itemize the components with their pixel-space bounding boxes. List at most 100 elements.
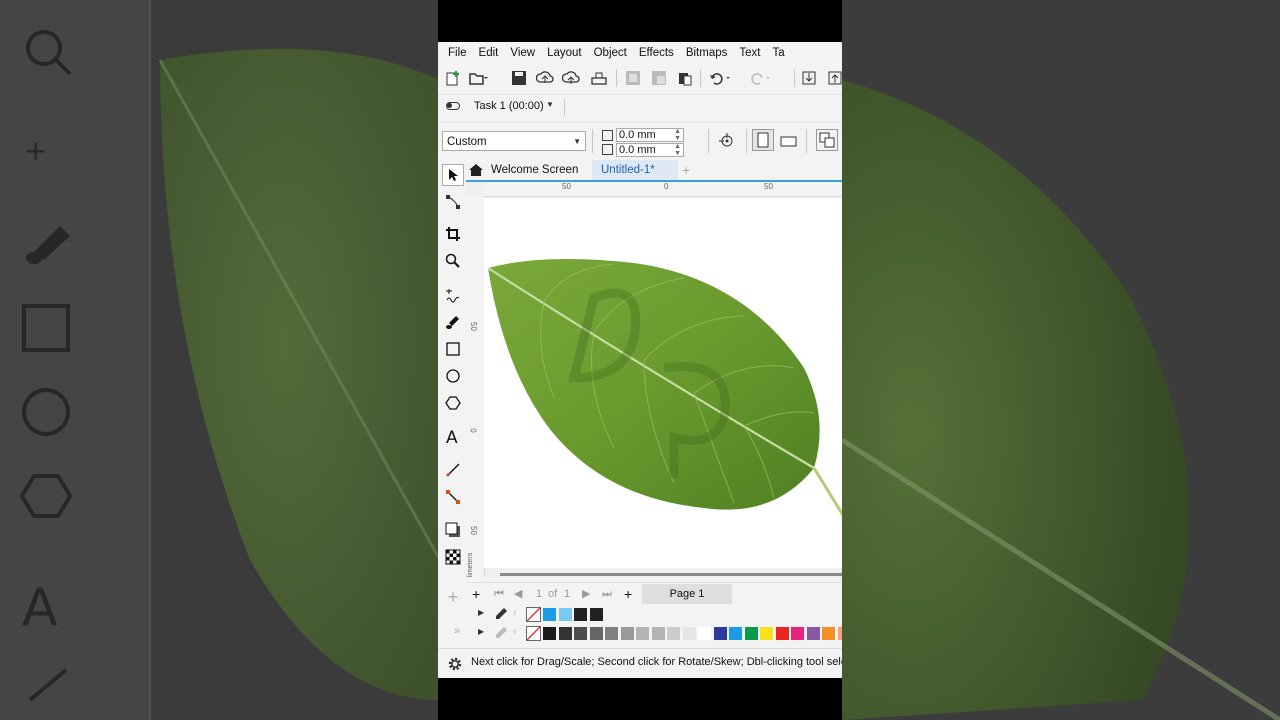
standard-toolbar	[438, 64, 842, 92]
add-tool-icon[interactable]: +	[442, 586, 464, 608]
color-swatch[interactable]	[542, 626, 557, 641]
palette-scroll-left-icon[interactable]: ‹	[513, 626, 517, 638]
vertical-ruler[interactable]: 50 0 50 millimeters	[466, 196, 485, 577]
menu-table[interactable]: Ta	[772, 47, 784, 59]
color-swatch[interactable]	[588, 607, 604, 622]
color-swatch[interactable]	[790, 626, 805, 641]
shape-tool-icon[interactable]	[442, 191, 464, 213]
color-swatch[interactable]	[557, 626, 573, 641]
menu-layout[interactable]: Layout	[547, 47, 582, 59]
menu-bitmaps[interactable]: Bitmaps	[686, 47, 728, 59]
color-swatch[interactable]	[728, 626, 743, 641]
document-page[interactable]	[484, 198, 842, 568]
color-swatch[interactable]	[712, 626, 728, 641]
gear-icon[interactable]	[447, 656, 463, 677]
color-swatch[interactable]	[557, 607, 573, 622]
expand-palette-icon[interactable]: ▶	[478, 608, 484, 617]
zoom-tool-icon[interactable]	[442, 250, 464, 272]
export-icon[interactable]	[824, 67, 842, 89]
parallel-dimension-tool-icon[interactable]	[442, 459, 464, 481]
spinner-icon[interactable]: ▲ ▼	[674, 143, 681, 157]
color-swatch[interactable]	[821, 626, 836, 641]
artistic-media-tool-icon[interactable]	[442, 311, 464, 333]
color-swatch[interactable]	[588, 626, 604, 641]
freehand-tool-icon[interactable]	[442, 284, 464, 306]
color-swatch[interactable]	[759, 626, 774, 641]
undo-icon[interactable]	[708, 67, 730, 89]
color-swatch[interactable]	[697, 626, 712, 641]
spinner-icon[interactable]: ▲ ▼	[674, 128, 681, 142]
task-toggle-icon[interactable]	[446, 102, 460, 110]
color-swatch[interactable]	[635, 626, 650, 641]
add-page-after-button[interactable]: +	[624, 585, 632, 603]
color-swatch[interactable]	[573, 607, 588, 622]
page-preset-select[interactable]: Custom ▼	[442, 131, 586, 151]
tab-welcome-screen[interactable]: Welcome Screen	[491, 160, 578, 180]
color-swatch[interactable]	[774, 626, 790, 641]
open-folder-icon[interactable]	[468, 67, 490, 89]
color-swatch[interactable]	[805, 626, 821, 641]
snap-origin-icon[interactable]	[716, 130, 738, 152]
menu-object[interactable]: Object	[594, 47, 627, 59]
first-page-icon[interactable]: ⏮	[494, 585, 504, 603]
eyedropper-icon[interactable]	[494, 607, 508, 626]
import-disabled-icon[interactable]	[622, 67, 644, 89]
polygon-tool-icon[interactable]	[442, 392, 464, 414]
horizontal-ruler[interactable]: 50 0 50	[484, 182, 842, 197]
horizontal-scrollbar[interactable]	[500, 573, 842, 576]
color-swatch[interactable]	[650, 626, 666, 641]
color-swatch[interactable]	[542, 607, 557, 622]
menu-view[interactable]: View	[510, 47, 535, 59]
next-page-icon[interactable]: ▶	[582, 585, 590, 603]
add-page-before-button[interactable]: +	[472, 585, 480, 603]
task-dropdown-icon[interactable]: ▼	[546, 100, 554, 109]
color-swatch[interactable]	[619, 626, 635, 641]
nudge-field-2[interactable]: 0.0 mm ▲ ▼	[616, 143, 684, 157]
redo-icon[interactable]	[748, 67, 770, 89]
eyedropper-icon[interactable]	[494, 626, 508, 645]
color-swatch[interactable]	[836, 626, 842, 641]
no-color-swatch[interactable]	[526, 607, 541, 622]
crop-tool-icon[interactable]	[442, 223, 464, 245]
pick-tool-icon[interactable]	[442, 164, 464, 186]
page-1-tab[interactable]: Page 1	[642, 584, 732, 604]
color-swatch[interactable]	[666, 626, 681, 641]
leaf-image[interactable]	[484, 198, 842, 568]
tab-untitled-1[interactable]: Untitled-1*	[601, 160, 655, 180]
menu-edit[interactable]: Edit	[479, 47, 499, 59]
color-swatch[interactable]	[604, 626, 619, 641]
portrait-orientation-icon[interactable]	[752, 129, 774, 151]
ellipse-tool-icon[interactable]	[442, 365, 464, 387]
color-swatch[interactable]	[743, 626, 759, 641]
cloud-upload-icon[interactable]	[534, 67, 556, 89]
print-icon[interactable]	[588, 67, 610, 89]
cloud-share-icon[interactable]	[560, 67, 582, 89]
paste-icon[interactable]	[674, 67, 696, 89]
export-disabled-icon[interactable]	[648, 67, 670, 89]
transparency-tool-icon[interactable]	[442, 546, 464, 568]
import-icon[interactable]	[798, 67, 820, 89]
color-swatch[interactable]	[681, 626, 697, 641]
connector-tool-icon[interactable]	[442, 486, 464, 508]
more-tools-icon[interactable]: »	[454, 625, 460, 637]
save-icon[interactable]	[508, 67, 530, 89]
expand-palette-icon[interactable]: ▶	[478, 627, 484, 636]
menu-text[interactable]: Text	[739, 47, 760, 59]
add-tab-button[interactable]: +	[682, 160, 690, 180]
palette-scroll-left-icon[interactable]: ‹	[513, 607, 517, 619]
task-label[interactable]: Task 1 (00:00)	[474, 100, 544, 112]
color-swatch[interactable]	[573, 626, 588, 641]
no-color-swatch[interactable]	[526, 626, 541, 641]
nudge-field-1[interactable]: 0.0 mm ▲ ▼	[616, 128, 684, 142]
page-layout-icon[interactable]	[816, 129, 838, 151]
new-document-icon[interactable]	[442, 67, 464, 89]
toolbox: A +	[438, 160, 466, 607]
menu-file[interactable]: File	[448, 47, 467, 59]
landscape-orientation-icon[interactable]	[778, 130, 800, 152]
drop-shadow-tool-icon[interactable]	[442, 519, 464, 541]
rectangle-tool-icon[interactable]	[442, 338, 464, 360]
previous-page-icon[interactable]: ◀	[514, 585, 522, 603]
last-page-icon[interactable]: ⏭	[602, 585, 612, 603]
menu-effects[interactable]: Effects	[639, 47, 674, 59]
text-tool-icon[interactable]: A	[442, 426, 464, 448]
